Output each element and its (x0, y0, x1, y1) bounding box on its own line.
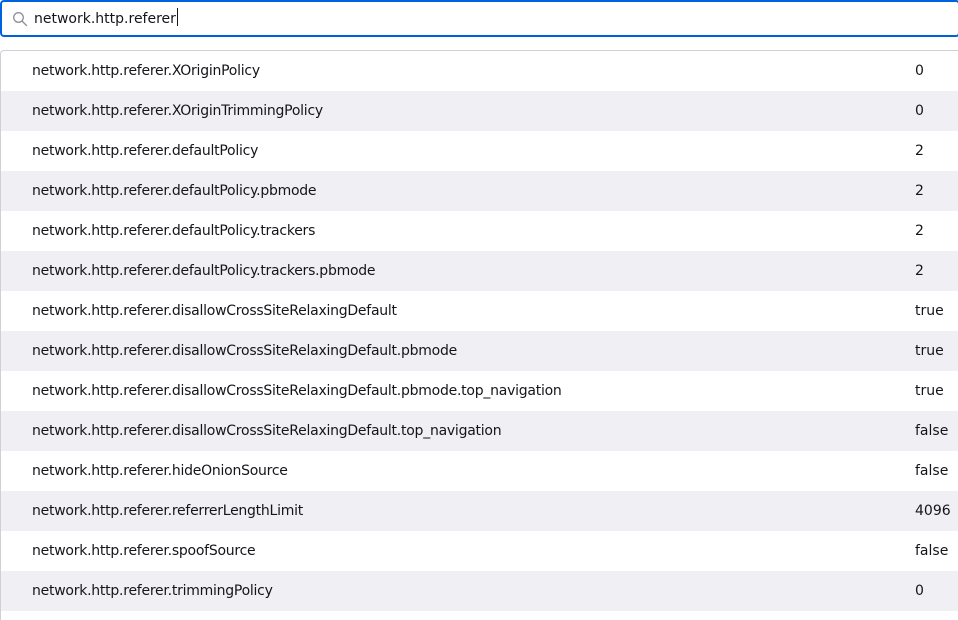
pref-name: network.http.referer.disallowCrossSiteRe… (32, 343, 457, 359)
pref-name: network.http.referer.disallowCrossSiteRe… (32, 423, 502, 439)
pref-name: network.http.referer.defaultPolicy.track… (32, 223, 316, 239)
pref-row[interactable]: network.http.referer.defaultPolicy.track… (1, 251, 958, 291)
pref-row[interactable]: network.http.referer.disallowCrossSiteRe… (1, 411, 958, 451)
pref-value[interactable]: 0 (915, 571, 924, 611)
pref-name: network.http.referer.referrerLengthLimit (32, 503, 304, 519)
search-input-value: network.http.referer (34, 11, 176, 27)
pref-row[interactable]: network.http.referer.disallowCrossSiteRe… (1, 291, 958, 331)
pref-value[interactable]: 2 (915, 251, 924, 291)
pref-value[interactable]: false (915, 451, 948, 491)
pref-name: network.http.referer.defaultPolicy (32, 143, 259, 159)
pref-value[interactable]: 2 (915, 171, 924, 211)
pref-name: network.http.referer.XOriginTrimmingPoli… (32, 103, 323, 119)
pref-value[interactable]: 0 (915, 51, 924, 91)
pref-row[interactable]: network.http.referer.disallowCrossSiteRe… (1, 331, 958, 371)
pref-row[interactable]: network.http.referer.referrerLengthLimit… (1, 491, 958, 531)
pref-name: network.http.referer.spoofSource (32, 543, 256, 559)
pref-row[interactable]: network.http.referer.disallowCrossSiteRe… (1, 371, 958, 411)
pref-value[interactable]: false (915, 411, 948, 451)
pref-value[interactable]: true (915, 371, 944, 411)
pref-value[interactable]: true (915, 291, 944, 331)
pref-value[interactable]: false (915, 531, 948, 571)
pref-row[interactable]: network.http.referer.defaultPolicy 2 (1, 131, 958, 171)
pref-value[interactable]: 0 (915, 91, 924, 131)
text-caret (176, 8, 178, 26)
pref-name: network.http.referer.trimmingPolicy (32, 583, 273, 599)
pref-value[interactable]: true (915, 331, 944, 371)
pref-value[interactable]: 4096 (915, 491, 951, 531)
pref-row[interactable]: network.http.referer.defaultPolicy.track… (1, 211, 958, 251)
search-input[interactable]: network.http.referer (34, 7, 178, 31)
search-bar[interactable]: network.http.referer (0, 0, 958, 37)
pref-name: network.http.referer.hideOnionSource (32, 463, 288, 479)
pref-name: network.http.referer.disallowCrossSiteRe… (32, 383, 562, 399)
pref-row[interactable]: network.http.referer.XOriginTrimmingPoli… (1, 91, 958, 131)
pref-row[interactable]: network.http.referer.spoofSource false (1, 531, 958, 571)
pref-value[interactable]: 2 (915, 211, 924, 251)
pref-name: network.http.referer.XOriginPolicy (32, 63, 260, 79)
pref-name: network.http.referer.defaultPolicy.track… (32, 263, 376, 279)
pref-value[interactable]: 2 (915, 131, 924, 171)
search-icon (13, 12, 28, 27)
pref-row[interactable]: network.http.referer.trimmingPolicy 0 (1, 571, 958, 611)
pref-name: network.http.referer.disallowCrossSiteRe… (32, 303, 397, 319)
pref-row[interactable]: network.http.referer.hideOnionSource fals… (1, 451, 958, 491)
pref-row[interactable]: network.http.referer.XOriginPolicy 0 (1, 51, 958, 91)
pref-name: network.http.referer.defaultPolicy.pbmod… (32, 183, 317, 199)
pref-row[interactable]: network.http.referer.defaultPolicy.pbmod… (1, 171, 958, 211)
preferences-table: network.http.referer.XOriginPolicy 0 netwo… (0, 50, 958, 620)
